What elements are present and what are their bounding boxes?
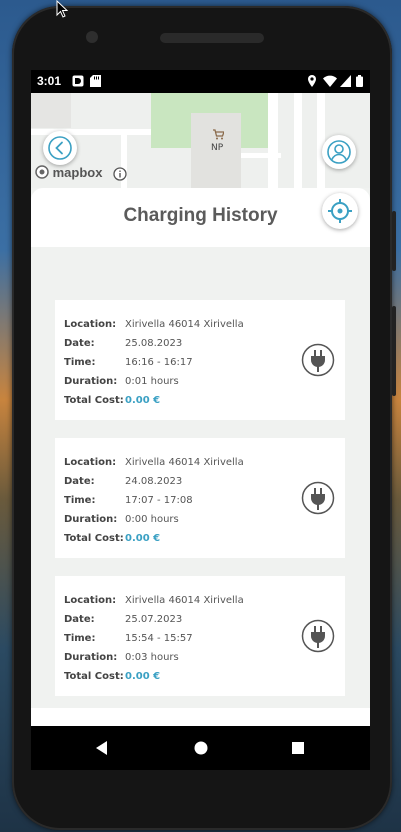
map-road [241, 153, 281, 158]
crosshair-icon [328, 199, 352, 223]
total-cost-value: 0.00 € [125, 533, 161, 544]
location-label: Location: [64, 319, 117, 330]
total-cost-label: Total Cost: [64, 395, 124, 406]
earpiece-speaker [160, 33, 264, 43]
cell-signal-icon [340, 75, 351, 87]
location-value: Xirivella 46014 Xirivella [125, 319, 244, 330]
total-cost-value: 0.00 € [125, 671, 161, 682]
date-value: 24.08.2023 [125, 476, 183, 487]
duration-label: Duration: [64, 652, 118, 663]
total-cost-row: Total Cost:0.00 € [64, 533, 160, 544]
total-cost-label: Total Cost: [64, 533, 124, 544]
phone-volume-button [392, 306, 396, 396]
nav-home-icon[interactable] [191, 738, 211, 758]
location-row: Location: Xirivella 46014 Xirivella [64, 595, 244, 606]
front-camera [86, 31, 98, 43]
location-row: Location: Xirivella 46014 Xirivella [64, 457, 244, 468]
total-cost-row: Total Cost:0.00 € [64, 395, 160, 406]
date-label: Date: [64, 338, 95, 349]
panel-header: Charging History [31, 188, 370, 247]
plug-icon [301, 619, 335, 653]
duration-value: 0:03 hours [125, 652, 179, 663]
wifi-icon [323, 75, 337, 87]
next-card-peek [31, 708, 370, 726]
map-building [31, 93, 71, 128]
date-value: 25.08.2023 [125, 338, 183, 349]
page-title: Charging History [123, 205, 278, 226]
mouse-cursor-icon [56, 0, 68, 18]
time-row: Time: 15:54 - 15:57 [64, 633, 193, 644]
time-value: 16:16 - 16:17 [125, 357, 193, 368]
battery-icon [356, 75, 363, 87]
duration-row: Duration: 0:03 hours [64, 652, 179, 663]
total-cost-value: 0.00 € [125, 395, 161, 406]
plug-icon [301, 343, 335, 377]
map-road [294, 93, 302, 188]
date-row: Date: 24.08.2023 [64, 476, 182, 487]
date-row: Date: 25.08.2023 [64, 338, 182, 349]
app-screen: 3:01 NP mapbox Charging History Location… [31, 70, 370, 726]
person-icon [327, 140, 351, 164]
duration-label: Duration: [64, 376, 118, 387]
duration-row: Duration: 0:01 hours [64, 376, 179, 387]
time-value: 17:07 - 17:08 [125, 495, 193, 506]
location-value: Xirivella 46014 Xirivella [125, 595, 244, 606]
system-nav-bar [31, 726, 370, 770]
time-row: Time: 17:07 - 17:08 [64, 495, 193, 506]
time-row: Time: 16:16 - 16:17 [64, 357, 193, 368]
location-label: Location: [64, 595, 117, 606]
location-icon [308, 75, 316, 87]
time-label: Time: [64, 495, 96, 506]
history-card[interactable]: Location: Xirivella 46014 Xirivella Date:… [55, 576, 345, 696]
time-label: Time: [64, 357, 96, 368]
status-bar: 3:01 [31, 70, 370, 93]
plug-icon [301, 481, 335, 515]
map-road [268, 93, 278, 188]
profile-button[interactable] [322, 135, 356, 169]
total-cost-label: Total Cost: [64, 671, 124, 682]
map-place-label: NP [211, 143, 224, 153]
total-cost-row: Total Cost:0.00 € [64, 671, 160, 682]
phone-power-button [392, 211, 396, 271]
date-row: Date: 25.07.2023 [64, 614, 182, 625]
date-value: 25.07.2023 [125, 614, 183, 625]
date-label: Date: [64, 614, 95, 625]
charging-history-panel: Charging History Location: Xirivella 4601… [31, 188, 370, 726]
notification-app-icon [72, 75, 84, 87]
history-card[interactable]: Location: Xirivella 46014 Xirivella Date:… [55, 300, 345, 420]
info-icon[interactable] [113, 167, 127, 181]
duration-value: 0:01 hours [125, 376, 179, 387]
time-label: Time: [64, 633, 96, 644]
duration-row: Duration: 0:00 hours [64, 514, 179, 525]
duration-label: Duration: [64, 514, 118, 525]
shop-icon [213, 129, 224, 140]
chevron-left-icon [48, 136, 72, 160]
mapbox-attribution: mapbox [52, 165, 103, 180]
location-value: Xirivella 46014 Xirivella [125, 457, 244, 468]
location-label: Location: [64, 457, 117, 468]
history-card[interactable]: Location: Xirivella 46014 Xirivella Date:… [55, 438, 345, 558]
location-row: Location: Xirivella 46014 Xirivella [64, 319, 244, 330]
mapbox-mark-icon [35, 165, 49, 179]
locate-button[interactable] [322, 193, 358, 229]
duration-value: 0:00 hours [125, 514, 179, 525]
date-label: Date: [64, 476, 95, 487]
mapbox-logo: mapbox [35, 165, 102, 180]
time-value: 15:54 - 15:57 [125, 633, 193, 644]
nav-recents-icon[interactable] [288, 738, 308, 758]
status-time: 3:01 [37, 74, 62, 88]
map-view[interactable]: NP mapbox [31, 93, 370, 188]
back-button[interactable] [43, 131, 77, 165]
sd-card-icon [90, 75, 101, 87]
nav-back-icon[interactable] [93, 738, 113, 758]
map-road [317, 93, 325, 188]
